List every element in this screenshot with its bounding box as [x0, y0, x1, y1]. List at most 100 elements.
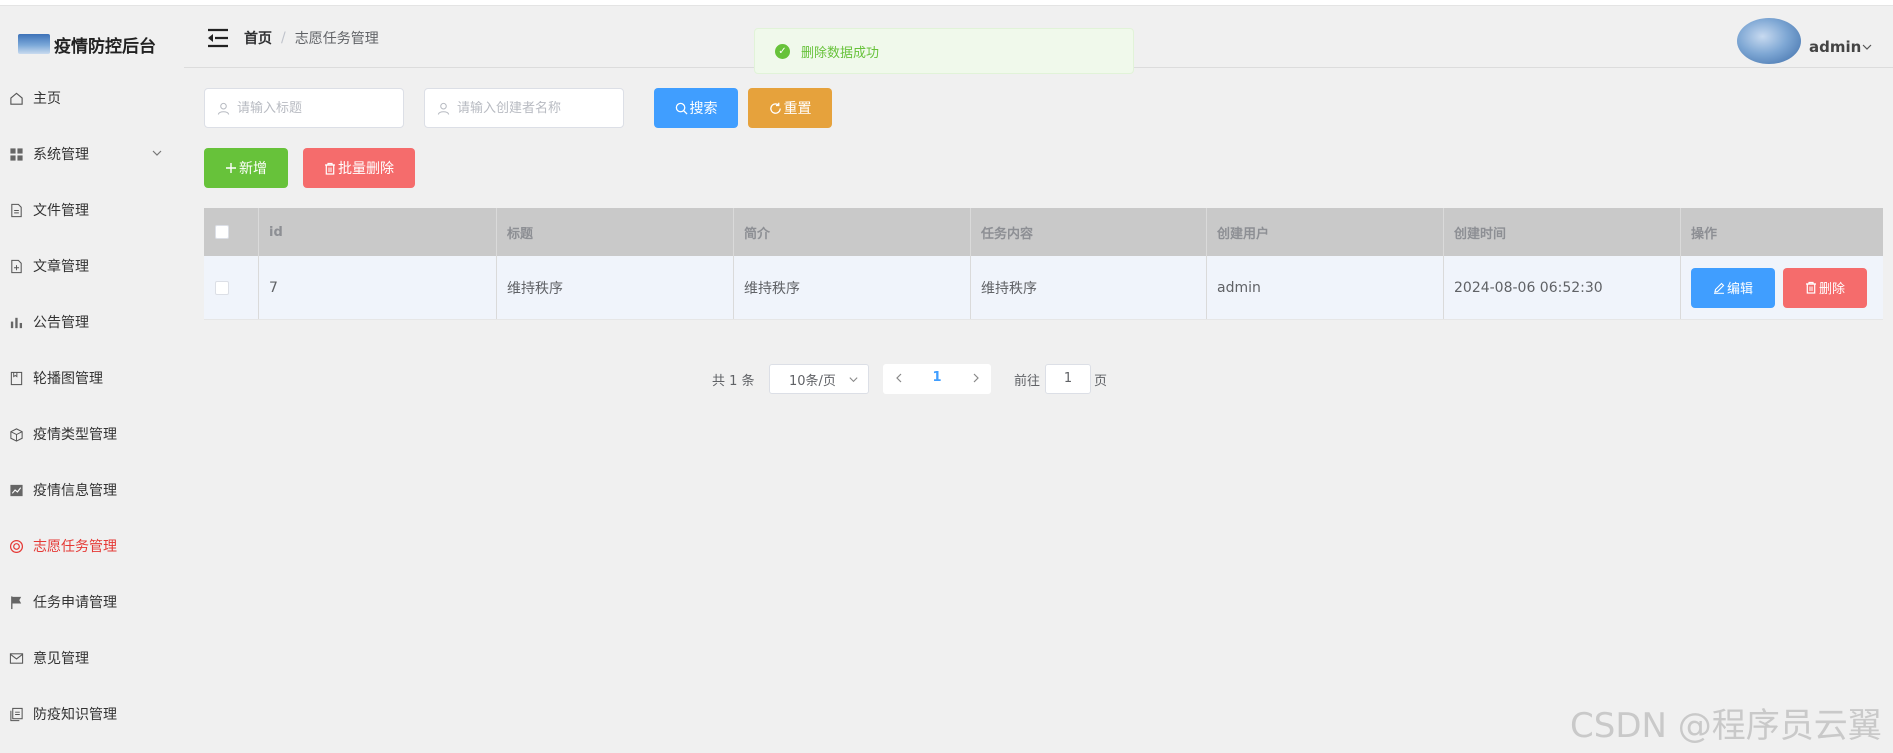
logo-image [18, 34, 50, 54]
sidebar-item-epidemic-info[interactable]: 疫情信息管理 [0, 470, 184, 510]
creator-search-input[interactable] [424, 88, 624, 128]
title-search-field[interactable] [237, 100, 387, 116]
search-icon [675, 102, 688, 115]
batch-delete-button[interactable]: 批量删除 [303, 148, 415, 188]
creator-search-field[interactable] [457, 100, 607, 116]
column-header[interactable]: 简介 [734, 208, 971, 256]
reset-button[interactable]: 重置 [748, 88, 832, 128]
delete-button[interactable]: 删除 [1783, 267, 1867, 308]
help-ring-icon [8, 538, 24, 554]
sidebar-item-label: 防疫知识管理 [33, 707, 117, 723]
success-toast: ✓ 删除数据成功 [754, 28, 1134, 74]
column-header[interactable]: 标题 [497, 208, 734, 256]
breadcrumb: 首页 / 志愿任务管理 [244, 28, 379, 48]
chevron-down-icon[interactable] [1861, 41, 1873, 53]
grid-icon [8, 146, 24, 162]
breadcrumb-home[interactable]: 首页 [244, 28, 272, 48]
sidebar-item-label: 任务申请管理 [33, 595, 117, 611]
home-icon [8, 90, 24, 106]
app-title: 疫情防控后台 [54, 36, 156, 57]
chevron-down-icon [150, 146, 164, 160]
row-checkbox[interactable] [215, 280, 229, 295]
edit-button[interactable]: 编辑 [1691, 267, 1775, 308]
table-header: id 标题 简介 任务内容 创建用户 创建时间 操作 [204, 208, 1883, 256]
sidebar-item-label: 意见管理 [33, 651, 89, 667]
sidebar-item-label: 文章管理 [33, 259, 89, 275]
sidebar-item-task-applications[interactable]: 任务申请管理 [0, 582, 184, 622]
sidebar-item-feedback[interactable]: 意见管理 [0, 638, 184, 678]
search-button-label: 搜索 [689, 101, 718, 117]
sidebar-item-label: 系统管理 [33, 147, 89, 163]
header-select-cell [204, 208, 259, 256]
column-header[interactable]: id [259, 208, 497, 256]
cell-id: 7 [259, 256, 497, 319]
sidebar-item-volunteer-tasks[interactable]: 志愿任务管理 [0, 526, 184, 566]
column-header[interactable]: 任务内容 [971, 208, 1207, 256]
cell-actions: 编辑 删除 [1681, 256, 1883, 319]
cell-content: 维持秩序 [971, 256, 1207, 319]
batch-delete-label: 批量删除 [338, 161, 394, 177]
message-icon [8, 650, 24, 666]
goto-page-input[interactable]: 1 [1045, 364, 1091, 394]
pagination-total: 共 1 条 [712, 374, 755, 389]
flag-icon [8, 594, 24, 610]
delete-icon [324, 162, 336, 175]
page-number[interactable]: 1 [927, 370, 947, 385]
sidebar-item-system[interactable]: 系统管理 [0, 134, 184, 174]
column-header: 操作 [1691, 226, 1718, 242]
notebook-icon [8, 370, 24, 386]
bar-chart-icon [8, 314, 24, 330]
sidebar-item-label: 志愿任务管理 [33, 539, 117, 555]
column-header[interactable]: 创建时间 [1444, 208, 1681, 256]
pager: 1 [883, 364, 991, 394]
user-icon [437, 102, 450, 115]
breadcrumb-current: 志愿任务管理 [294, 31, 379, 47]
chevron-right-icon[interactable] [970, 372, 982, 384]
chevron-down-icon [848, 374, 859, 385]
page-size-value: 10条/页 [789, 373, 836, 389]
plus-icon [225, 162, 237, 174]
breadcrumb-separator: / [281, 30, 286, 46]
add-button-label: 新增 [239, 161, 267, 177]
sidebar-item-label: 主页 [33, 91, 61, 107]
title-search-input[interactable] [204, 88, 404, 128]
sidebar-item-label: 疫情信息管理 [33, 483, 117, 499]
row-select-cell [204, 256, 259, 319]
sidebar-item-epidemic-types[interactable]: 疫情类型管理 [0, 414, 184, 454]
cell-title: 维持秩序 [497, 256, 734, 319]
page-suffix: 页 [1094, 374, 1108, 389]
sidebar-item-home[interactable]: 主页 [0, 78, 184, 118]
avatar[interactable] [1737, 18, 1801, 64]
table-row[interactable]: 7 维持秩序 维持秩序 维持秩序 admin 2024-08-06 06:52:… [204, 256, 1883, 320]
document-icon [8, 202, 24, 218]
delete-icon [1805, 281, 1817, 294]
sidebar-item-carousel[interactable]: 轮播图管理 [0, 358, 184, 398]
sidebar: 疫情防控后台 主页 系统管理 文件管理 文章管理 公告管理 轮播图管理 疫情类型… [0, 6, 184, 753]
user-icon [217, 102, 230, 115]
app-logo[interactable]: 疫情防控后台 [18, 26, 156, 62]
edit-button-label: 编辑 [1726, 282, 1753, 297]
data-line-icon [8, 482, 24, 498]
sidebar-item-label: 文件管理 [33, 203, 89, 219]
sidebar-item-label: 疫情类型管理 [33, 427, 117, 443]
sidebar-item-articles[interactable]: 文章管理 [0, 246, 184, 286]
edit-icon [1713, 282, 1725, 294]
sidebar-item-knowledge[interactable]: 防疫知识管理 [0, 694, 184, 734]
column-header[interactable]: 创建用户 [1207, 208, 1444, 256]
sidebar-item-label: 公告管理 [33, 315, 89, 331]
chevron-left-icon[interactable] [893, 372, 905, 384]
watermark: CSDN @程序员云翼 [1570, 706, 1882, 746]
search-button[interactable]: 搜索 [654, 88, 738, 128]
box-icon [8, 426, 24, 442]
cell-intro: 维持秩序 [734, 256, 971, 319]
select-all-checkbox[interactable] [215, 225, 229, 239]
add-button[interactable]: 新增 [204, 148, 288, 188]
page-size-select[interactable]: 10条/页 [769, 364, 869, 394]
menu-fold-icon[interactable] [207, 28, 229, 48]
cell-creator: admin [1207, 256, 1444, 319]
username[interactable]: admin [1809, 38, 1861, 56]
refresh-icon [769, 102, 782, 115]
sidebar-item-notices[interactable]: 公告管理 [0, 302, 184, 342]
success-icon: ✓ [775, 43, 790, 59]
sidebar-item-files[interactable]: 文件管理 [0, 190, 184, 230]
